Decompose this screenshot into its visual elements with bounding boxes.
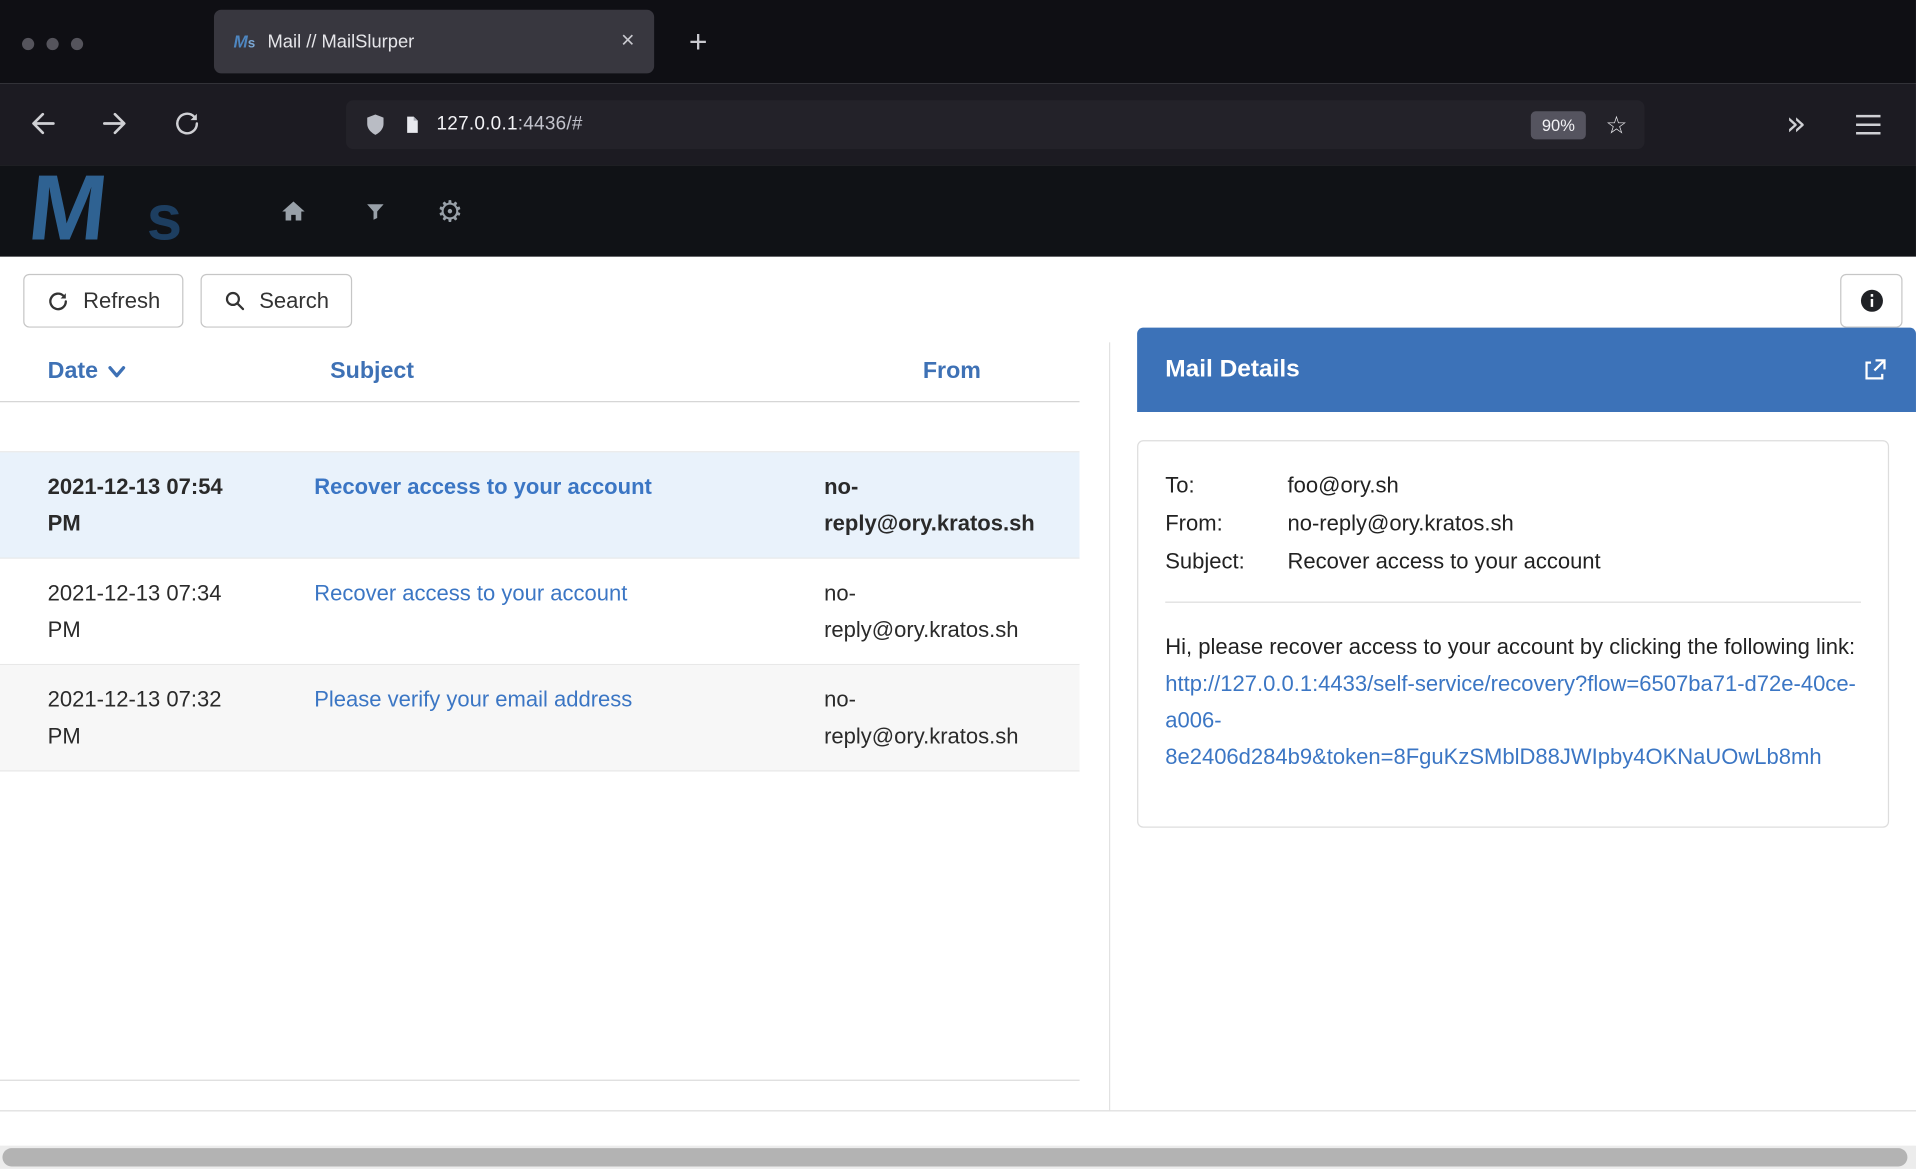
chevron-down-icon	[108, 365, 126, 378]
filter-icon[interactable]	[351, 186, 400, 235]
mail-body: Hi, please recover access to your accoun…	[1165, 628, 1861, 775]
page-info-icon[interactable]	[402, 112, 422, 136]
search-button[interactable]: Search	[201, 274, 353, 328]
to-value: foo@ory.sh	[1288, 467, 1861, 505]
column-header-from[interactable]: From	[824, 358, 1080, 385]
mail-row-from: no-reply@ory.kratos.sh	[824, 468, 1080, 541]
mail-row-subject-link[interactable]: Recover access to your account	[314, 468, 824, 541]
window-dot-icon[interactable]	[71, 38, 83, 50]
recovery-link[interactable]: http://127.0.0.1:4433/self-service/recov…	[1165, 671, 1856, 769]
mail-row-date: 2021-12-13 07:34 PM	[0, 575, 314, 648]
tab-favicon-icon: Ms	[234, 32, 256, 52]
refresh-button[interactable]: Refresh	[23, 274, 183, 328]
mail-row-date: 2021-12-13 07:54 PM	[0, 468, 314, 541]
tab-close-icon[interactable]: ×	[621, 28, 635, 55]
window-controls[interactable]	[22, 38, 83, 50]
search-icon	[224, 290, 246, 312]
mailslurper-logo: M s	[29, 165, 237, 257]
mail-row-date: 2021-12-13 07:32 PM	[0, 681, 314, 754]
menu-icon[interactable]	[1844, 83, 1893, 165]
mail-details-card: To: foo@ory.sh From: no-reply@ory.kratos…	[1137, 440, 1889, 828]
mail-row[interactable]: 2021-12-13 07:32 PM Please verify your e…	[0, 665, 1080, 771]
reload-button[interactable]	[163, 99, 212, 148]
bookmark-star-icon[interactable]: ☆	[1605, 110, 1627, 139]
zoom-indicator[interactable]: 90%	[1531, 111, 1586, 139]
mail-details-title: Mail Details	[1165, 356, 1300, 384]
screen: Ms Mail // MailSlurper × + 127.0.0.1:443…	[0, 0, 1916, 1170]
home-icon[interactable]	[269, 186, 318, 235]
address-bar[interactable]: 127.0.0.1:4436/# 90% ☆	[346, 100, 1645, 149]
info-button[interactable]	[1840, 274, 1902, 328]
gear-icon[interactable]: ⚙	[425, 186, 474, 235]
divider	[1165, 602, 1861, 603]
mail-list: Date Subject From 2021-12-13 07:54 PM Re…	[0, 342, 1080, 1081]
mail-row[interactable]: 2021-12-13 07:34 PM Recover access to yo…	[0, 559, 1080, 665]
search-label: Search	[259, 288, 329, 314]
subject-value: Recover access to your account	[1288, 543, 1861, 581]
forward-button[interactable]	[90, 99, 139, 148]
back-arrow-icon	[27, 108, 59, 140]
mail-list-pane: Date Subject From 2021-12-13 07:54 PM Re…	[0, 342, 1110, 1110]
mailslurper-navbar: M s ⚙	[0, 165, 1916, 257]
browser-tab[interactable]: Ms Mail // MailSlurper ×	[214, 10, 654, 74]
overflow-chevron-icon[interactable]: »	[1773, 83, 1819, 165]
mail-rows: 2021-12-13 07:54 PM Recover access to yo…	[0, 451, 1080, 771]
refresh-label: Refresh	[83, 288, 160, 314]
forward-arrow-icon	[99, 108, 131, 140]
tab-title: Mail // MailSlurper	[268, 31, 609, 52]
to-label: To:	[1165, 467, 1287, 505]
column-header-date[interactable]: Date	[0, 358, 314, 385]
horizontal-scrollbar[interactable]	[0, 1146, 1916, 1169]
from-value: no-reply@ory.kratos.sh	[1288, 505, 1861, 543]
mail-row-subject-link[interactable]: Recover access to your account	[314, 575, 824, 648]
reload-icon	[172, 109, 201, 138]
subject-label: Subject:	[1165, 543, 1287, 581]
window-dot-icon[interactable]	[46, 38, 58, 50]
mail-row-from: no-reply@ory.kratos.sh	[824, 575, 1080, 648]
mail-details-header: Mail Details	[1137, 328, 1916, 412]
mail-meta: To: foo@ory.sh From: no-reply@ory.kratos…	[1165, 467, 1861, 581]
new-tab-button[interactable]: +	[676, 20, 720, 64]
content-bottom-border	[0, 1110, 1916, 1111]
mail-row-subject-link[interactable]: Please verify your email address	[314, 681, 824, 754]
mail-list-header: Date Subject From	[0, 342, 1080, 402]
refresh-icon	[46, 289, 69, 312]
column-header-subject[interactable]: Subject	[314, 358, 824, 385]
external-link-icon[interactable]	[1861, 356, 1888, 383]
info-icon	[1859, 289, 1883, 313]
scrollbar-thumb[interactable]	[2, 1148, 1907, 1166]
from-label: From:	[1165, 505, 1287, 543]
mail-row-from: no-reply@ory.kratos.sh	[824, 681, 1080, 754]
browser-tab-bar: Ms Mail // MailSlurper × +	[0, 0, 1916, 83]
window-dot-icon[interactable]	[22, 38, 34, 50]
browser-toolbar: 127.0.0.1:4436/# 90% ☆ »	[0, 83, 1916, 165]
url-text[interactable]: 127.0.0.1:4436/#	[437, 114, 1531, 136]
shield-icon[interactable]	[363, 111, 387, 138]
mail-row[interactable]: 2021-12-13 07:54 PM Recover access to yo…	[0, 452, 1080, 558]
mail-details-pane: Mail Details To: foo@ory.sh From: no-rep…	[1137, 328, 1916, 828]
back-button[interactable]	[18, 99, 67, 148]
